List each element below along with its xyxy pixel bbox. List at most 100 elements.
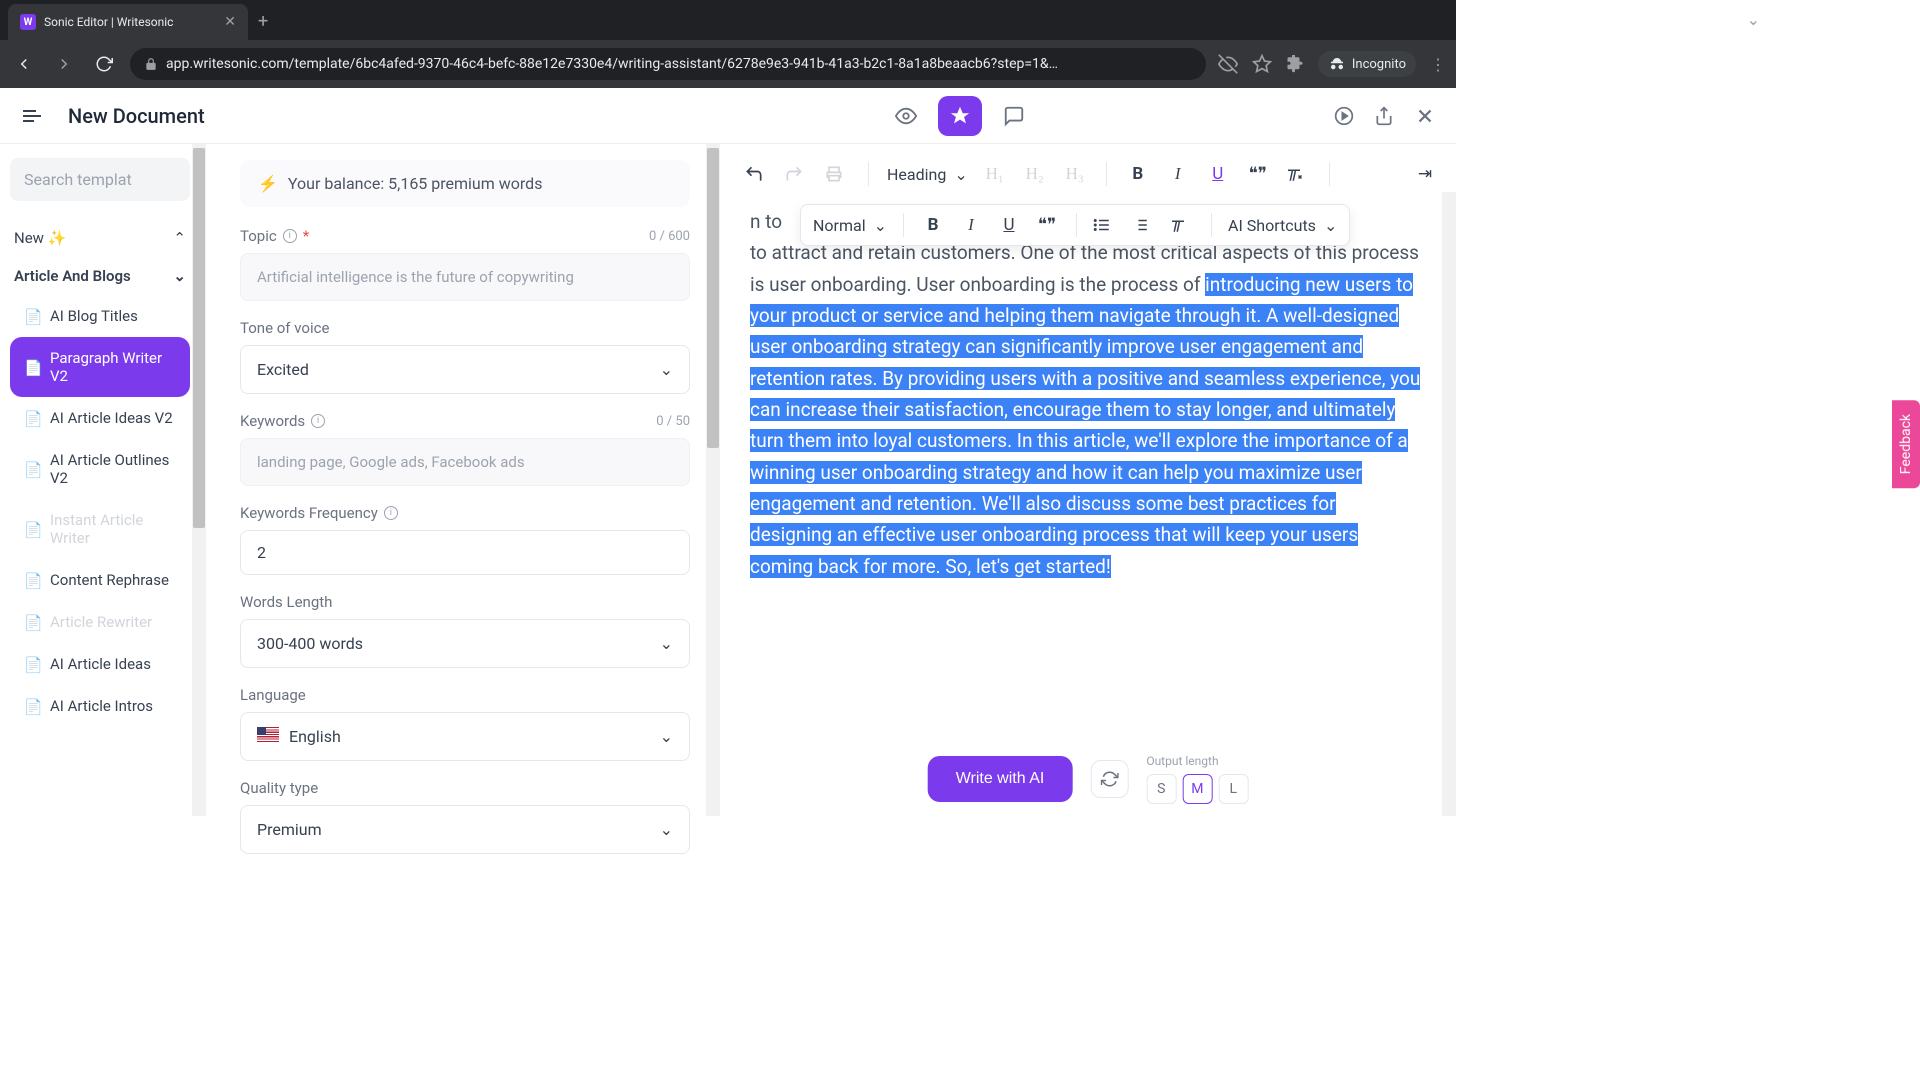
doc-icon: 📄 xyxy=(24,410,40,426)
incognito-icon xyxy=(1328,55,1346,73)
heading-select[interactable]: Heading ⌄ xyxy=(887,165,968,184)
bold-button[interactable]: B xyxy=(1125,164,1151,184)
h3-button[interactable]: H₃ xyxy=(1062,164,1088,184)
redo-button[interactable] xyxy=(784,164,810,184)
sidebar-item-ai-blog-titles[interactable]: 📄AI Blog Titles xyxy=(10,295,190,337)
reload-button[interactable] xyxy=(90,50,118,78)
print-button[interactable] xyxy=(824,164,850,184)
output-length-group: Output length S M L xyxy=(1146,754,1248,804)
sidebar-item-ai-article-outlines-v2[interactable]: 📄AI Article Outlines V2 xyxy=(10,439,190,499)
back-button[interactable] xyxy=(10,50,38,78)
italic-button[interactable]: I xyxy=(958,215,984,235)
chevron-down-icon: ⌄ xyxy=(660,820,673,839)
address-bar: app.writesonic.com/template/6bc4afed-937… xyxy=(0,40,1456,88)
italic-button[interactable]: I xyxy=(1165,164,1191,184)
editor-scrollbar-track[interactable] xyxy=(1442,192,1456,816)
doc-icon: 📄 xyxy=(24,656,40,672)
play-icon[interactable] xyxy=(1334,106,1354,126)
language-select[interactable]: English ⌄ xyxy=(240,712,690,761)
undo-button[interactable] xyxy=(744,164,770,184)
browser-chrome: W Sonic Editor | Writesonic ✕ + ⌄ ― ▢ ✕ … xyxy=(0,0,1456,88)
required-asterisk: * xyxy=(303,227,309,245)
bold-button[interactable]: B xyxy=(920,215,946,235)
kebab-menu-icon[interactable]: ⋮ xyxy=(1430,55,1446,74)
panel-scrollbar-thumb[interactable] xyxy=(707,148,719,448)
eye-off-icon[interactable] xyxy=(1218,54,1238,74)
underline-button[interactable]: U xyxy=(996,215,1022,235)
maximize-button[interactable]: ▢ xyxy=(1828,0,1874,36)
underline-button[interactable]: U xyxy=(1205,164,1231,184)
sidebar-item-ai-article-ideas[interactable]: 📄AI Article Ideas xyxy=(10,643,190,685)
sidebar: Search templat New ✨ ⌃ Article And Blogs… xyxy=(0,144,200,816)
close-window-button[interactable]: ✕ xyxy=(1874,0,1920,36)
topic-char-count: 0 / 600 xyxy=(649,229,690,244)
extensions-icon[interactable] xyxy=(1286,55,1304,73)
minimize-button[interactable]: ― xyxy=(1782,0,1828,36)
close-tab-icon[interactable]: ✕ xyxy=(224,14,236,30)
bullet-list-button[interactable] xyxy=(1093,216,1119,234)
h2-button[interactable]: H₂ xyxy=(1022,164,1048,184)
generate-button[interactable] xyxy=(938,96,982,136)
ai-shortcuts-select[interactable]: AI Shortcuts ⌄ xyxy=(1228,216,1337,235)
app-header: New Document xyxy=(0,88,1456,144)
menu-icon[interactable] xyxy=(20,104,44,128)
incognito-chip[interactable]: Incognito xyxy=(1318,51,1416,77)
info-icon[interactable]: i xyxy=(311,414,325,428)
keywords-freq-input[interactable]: 2 xyxy=(240,530,690,575)
write-with-ai-button[interactable]: Write with AI xyxy=(928,756,1073,802)
quality-select[interactable]: Premium ⌄ xyxy=(240,805,690,854)
star-icon[interactable] xyxy=(1252,54,1272,74)
info-icon[interactable]: i xyxy=(384,506,398,520)
ordered-list-button[interactable] xyxy=(1131,216,1157,234)
words-length-select[interactable]: 300-400 words ⌄ xyxy=(240,619,690,668)
feedback-tab[interactable]: Feedback xyxy=(1892,400,1920,488)
url-field[interactable]: app.writesonic.com/template/6bc4afed-937… xyxy=(130,48,1206,80)
browser-tab[interactable]: W Sonic Editor | Writesonic ✕ xyxy=(8,4,248,40)
sidebar-section-new[interactable]: New ✨ ⌃ xyxy=(10,219,190,257)
close-icon[interactable] xyxy=(1414,105,1436,127)
document-title[interactable]: New Document xyxy=(68,104,205,128)
content-fragment-left: n to xyxy=(750,206,782,237)
clear-format-button[interactable] xyxy=(1285,165,1311,183)
preview-button[interactable] xyxy=(884,96,928,136)
header-center-tools xyxy=(884,96,1036,136)
refresh-button[interactable] xyxy=(1090,760,1128,798)
size-m-button[interactable]: M xyxy=(1182,774,1212,804)
topic-input[interactable]: Artificial intelligence is the future of… xyxy=(240,253,690,301)
h1-button[interactable]: H₁ xyxy=(982,164,1008,184)
sidebar-item-ai-article-ideas-v2[interactable]: 📄AI Article Ideas V2 xyxy=(10,397,190,439)
doc-icon: 📄 xyxy=(24,698,40,714)
window-controls: ― ▢ ✕ xyxy=(1782,0,1920,36)
sidebar-item-instant-article-writer[interactable]: 📄Instant Article Writer xyxy=(10,499,190,559)
forward-button[interactable] xyxy=(50,50,78,78)
collapse-icon[interactable]: ⇥ xyxy=(1412,164,1438,184)
keywords-input[interactable]: landing page, Google ads, Facebook ads xyxy=(240,438,690,486)
size-l-button[interactable]: L xyxy=(1218,774,1248,804)
size-s-button[interactable]: S xyxy=(1146,774,1176,804)
new-tab-button[interactable]: + xyxy=(258,11,268,32)
info-icon[interactable]: i xyxy=(283,229,297,243)
tone-select[interactable]: Excited ⌄ xyxy=(240,345,690,394)
editor-content[interactable]: n to g to attract and retain customers. … xyxy=(740,194,1442,682)
quote-button[interactable]: ❝❞ xyxy=(1245,164,1271,184)
sidebar-item-paragraph-writer[interactable]: 📄Paragraph Writer V2 xyxy=(10,337,190,397)
clear-format-button[interactable] xyxy=(1169,216,1195,234)
search-templates-input[interactable]: Search templat xyxy=(10,158,190,201)
share-icon[interactable] xyxy=(1374,106,1394,126)
sidebar-item-content-rephrase[interactable]: 📄Content Rephrase xyxy=(10,559,190,601)
content-selected: introducing new users to your product or… xyxy=(750,273,1420,578)
sidebar-section-articles[interactable]: Article And Blogs ⌄ xyxy=(10,257,190,295)
keywords-freq-label: Keywords Frequency i xyxy=(240,504,690,522)
sidebar-item-article-rewriter[interactable]: 📄Article Rewriter xyxy=(10,601,190,643)
editor-toolbar: Heading ⌄ H₁ H₂ H₃ B I U ❝❞ ⇥ xyxy=(740,154,1442,194)
doc-icon: 📄 xyxy=(24,521,40,537)
style-select[interactable]: Normal ⌄ xyxy=(813,216,887,235)
chat-button[interactable] xyxy=(992,96,1036,136)
sidebar-item-ai-article-intros[interactable]: 📄AI Article Intros xyxy=(10,685,190,727)
topic-label: Topic i * 0 / 600 xyxy=(240,227,690,245)
bolt-icon: ⚡ xyxy=(258,174,278,193)
tabs-dropdown-icon[interactable]: ⌄ xyxy=(1747,10,1760,29)
quote-button[interactable]: ❝❞ xyxy=(1034,215,1060,235)
us-flag-icon xyxy=(257,727,279,742)
url-text: app.writesonic.com/template/6bc4afed-937… xyxy=(166,56,1058,72)
